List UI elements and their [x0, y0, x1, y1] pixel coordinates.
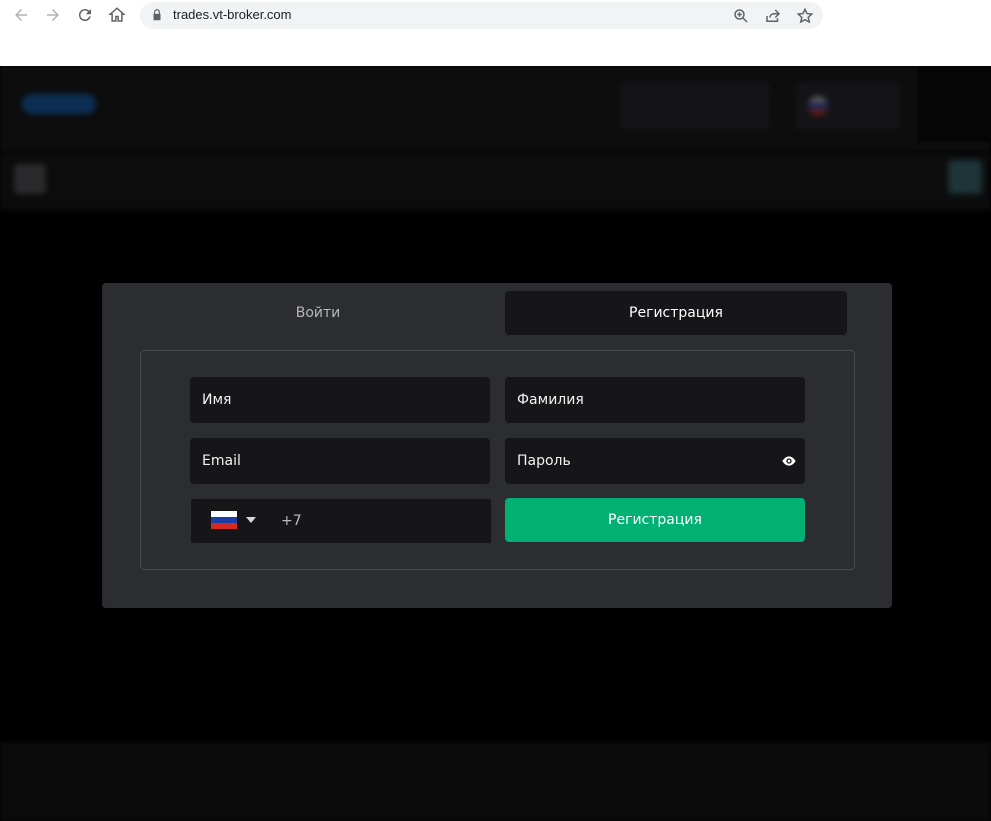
- tab-register[interactable]: Регистрация: [505, 291, 847, 335]
- reload-icon[interactable]: [74, 4, 96, 26]
- phone-input[interactable]: [269, 499, 479, 543]
- toolbar: [0, 152, 991, 210]
- eye-icon[interactable]: [781, 453, 797, 469]
- forward-icon[interactable]: [42, 4, 64, 26]
- phone-field-wrap: [191, 499, 491, 543]
- password-field[interactable]: [505, 438, 805, 484]
- site-logo: [22, 94, 96, 114]
- menu-icon: [918, 66, 991, 142]
- tab-login[interactable]: Войти: [147, 291, 489, 335]
- first-name-field[interactable]: [190, 377, 490, 423]
- lock-icon[interactable]: [150, 8, 164, 22]
- last-name-field[interactable]: [505, 377, 805, 423]
- russia-flag-icon[interactable]: [211, 511, 237, 529]
- flag-icon: [808, 96, 828, 116]
- password-field-wrap: [505, 438, 805, 484]
- registration-form: Регистрация: [140, 350, 855, 570]
- home-icon[interactable]: [106, 4, 128, 26]
- star-icon[interactable]: [796, 7, 814, 25]
- side-panel-icon: [948, 160, 982, 194]
- site-footer: [0, 742, 991, 821]
- share-icon[interactable]: [764, 7, 782, 25]
- balance-box: [620, 82, 770, 130]
- email-field-wrap: [190, 438, 490, 484]
- browser-toolbar: trades.vt-broker.com: [0, 0, 991, 66]
- address-bar[interactable]: trades.vt-broker.com: [140, 2, 823, 29]
- first-name-field-wrap: [190, 377, 490, 423]
- email-field[interactable]: [190, 438, 490, 484]
- chart-type-icon: [14, 164, 46, 194]
- last-name-field-wrap: [505, 377, 805, 423]
- back-icon[interactable]: [10, 4, 32, 26]
- auth-modal: Войти Регистрация Регистрация: [102, 283, 892, 608]
- chevron-down-icon[interactable]: [246, 517, 256, 523]
- register-button[interactable]: Регистрация: [505, 498, 805, 542]
- url-text[interactable]: trades.vt-broker.com: [173, 7, 292, 22]
- zoom-icon[interactable]: [732, 7, 750, 25]
